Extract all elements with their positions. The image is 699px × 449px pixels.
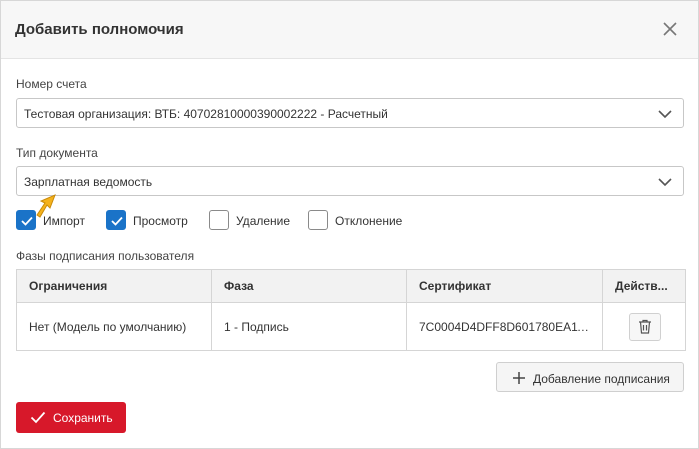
dialog-header: Добавить полномочия — [1, 1, 698, 59]
signing-phases-table: Ограничения Фаза Сертификат Действ... Не… — [16, 269, 686, 351]
check-icon — [21, 216, 33, 226]
add-signing-label: Добавление подписания — [533, 372, 670, 386]
table-header-row: Ограничения Фаза Сертификат Действ... — [16, 269, 686, 303]
column-header-phase[interactable]: Фаза — [211, 269, 407, 303]
table-row[interactable]: Нет (Модель по умолчанию) 1 - Подпись 7C… — [16, 302, 686, 351]
cell-actions — [603, 303, 686, 351]
account-label: Номер счета — [16, 77, 87, 91]
check-icon — [111, 216, 123, 226]
account-select-value: Тестовая организация: ВТБ: 4070281000039… — [24, 107, 388, 121]
close-button[interactable] — [659, 18, 681, 40]
trash-icon — [639, 319, 651, 334]
plus-icon — [513, 372, 525, 384]
chevron-down-icon — [658, 110, 672, 119]
cell-certificate: 7C0004D4DFF8D601780EA113... — [406, 302, 603, 351]
column-header-certificate[interactable]: Сертификат — [406, 269, 603, 303]
chevron-down-icon — [658, 178, 672, 187]
save-button-label: Сохранить — [53, 411, 113, 425]
dialog-title: Добавить полномочия — [15, 21, 184, 38]
doc-type-label: Тип документа — [16, 146, 98, 160]
check-icon — [30, 411, 46, 424]
add-permissions-dialog: Добавить полномочия Номер счета Тестовая… — [0, 0, 699, 449]
column-header-actions[interactable]: Действ... — [602, 269, 686, 303]
checkbox-view-box[interactable] — [106, 210, 126, 230]
checkbox-delete-label: Удаление — [236, 214, 291, 228]
checkbox-reject-box[interactable] — [308, 210, 328, 230]
doc-type-select[interactable]: Зарплатная ведомость — [16, 166, 684, 196]
add-signing-button[interactable]: Добавление подписания — [496, 362, 684, 392]
signing-phases-label: Фазы подписания пользователя — [16, 249, 195, 263]
checkbox-reject-label: Отклонение — [335, 214, 403, 228]
cell-phase: 1 - Подпись — [211, 302, 407, 351]
cell-restrictions: Нет (Модель по умолчанию) — [16, 302, 212, 351]
checkbox-delete-box[interactable] — [209, 210, 229, 230]
pointer-arrow-icon — [36, 194, 56, 218]
column-header-restrictions[interactable]: Ограничения — [16, 269, 212, 303]
close-icon — [663, 22, 677, 36]
doc-type-select-value: Зарплатная ведомость — [24, 175, 153, 189]
checkbox-view-label: Просмотр — [133, 214, 188, 228]
delete-row-button[interactable] — [629, 312, 661, 341]
account-select[interactable]: Тестовая организация: ВТБ: 4070281000039… — [16, 98, 684, 128]
save-button[interactable]: Сохранить — [16, 402, 126, 433]
